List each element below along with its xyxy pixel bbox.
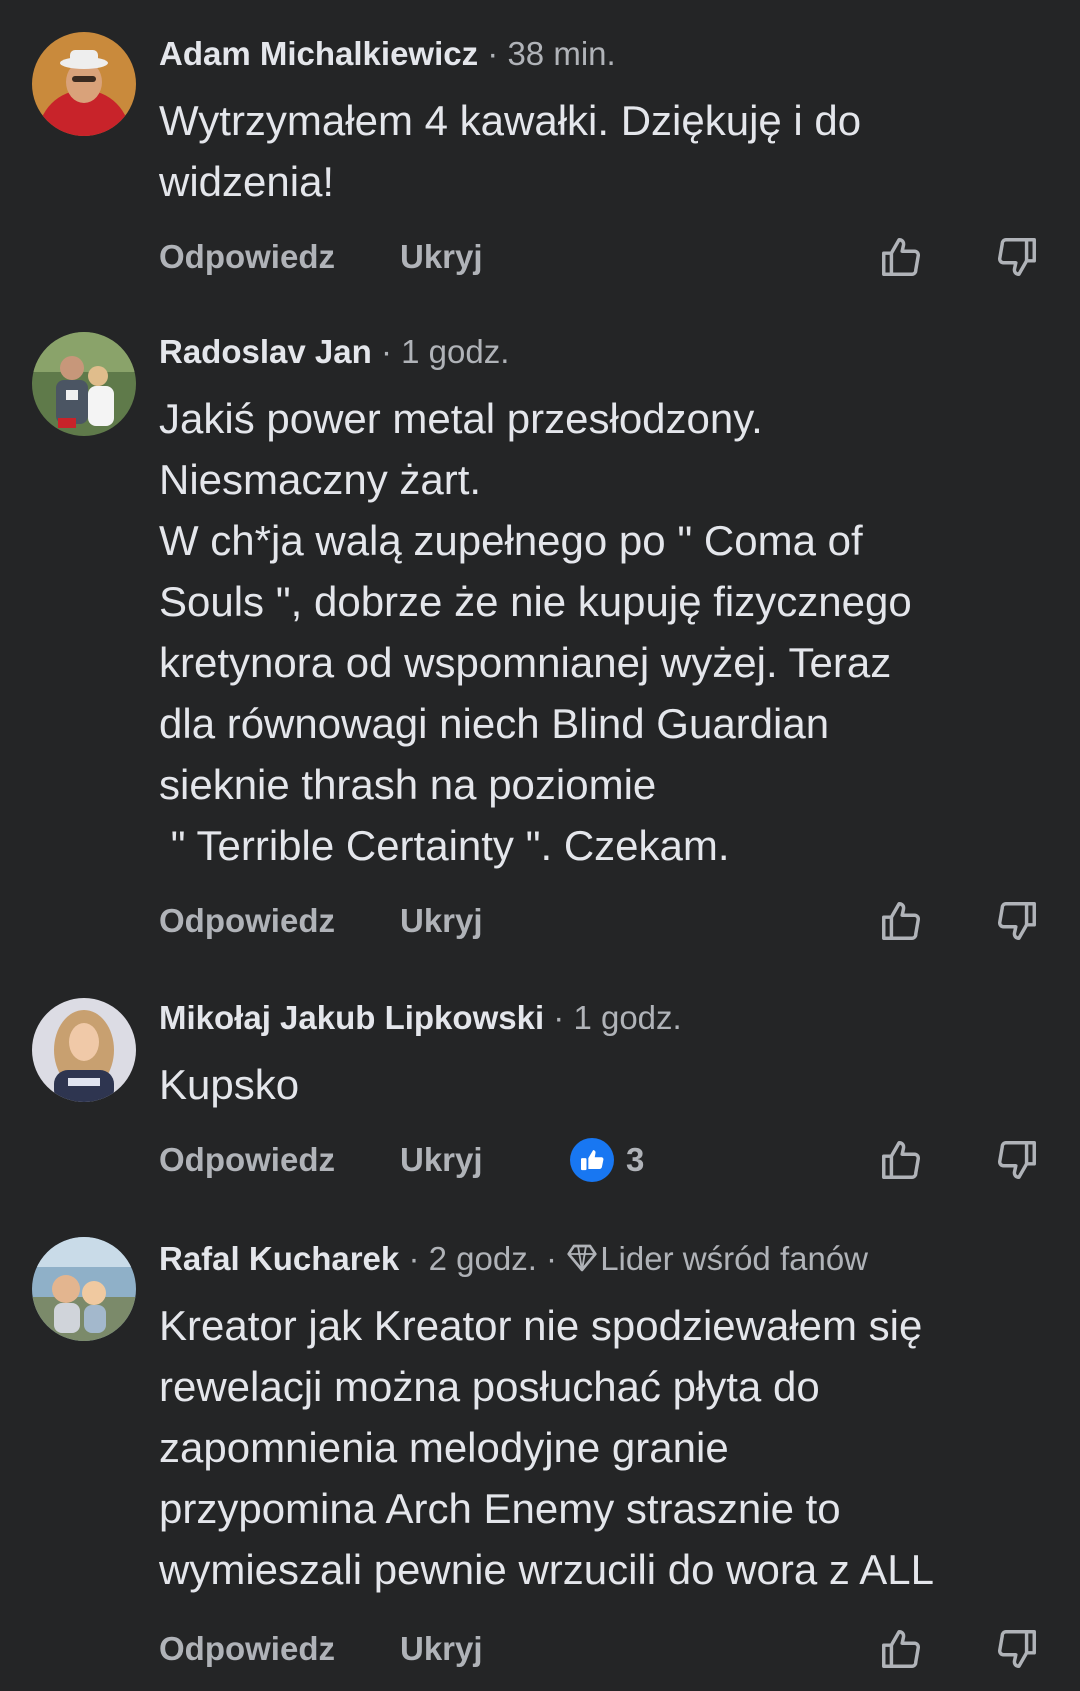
meta-separator: · <box>408 1240 420 1277</box>
author-name[interactable]: Mikołaj Jakub Lipkowski <box>159 999 544 1036</box>
comment-text: Kupsko <box>159 1054 1059 1115</box>
thumbs-up-icon[interactable] <box>878 898 924 944</box>
meta-separator: · <box>380 333 392 370</box>
comment-line: rewelacji można posłuchać płyta do <box>159 1363 820 1410</box>
thumbs-down-icon[interactable] <box>994 1137 1040 1183</box>
comments-feed: Adam Michalkiewicz · 38 min. Wytrzymałem… <box>0 0 1080 1691</box>
comment-actions: Odpowiedz Ukryj <box>0 232 1080 282</box>
comment-line: " Terrible Certainty ". Czekam. <box>159 822 730 869</box>
comment-line: zapomnienia melodyjne granie <box>159 1424 729 1471</box>
comment-line: Souls ", dobrze że nie kupuję fizycznego <box>159 578 912 625</box>
timestamp[interactable]: 2 godz. <box>429 1240 537 1277</box>
reaction-count: 3 <box>626 1141 645 1178</box>
author-name[interactable]: Adam Michalkiewicz <box>159 35 478 72</box>
comment-actions: Odpowiedz Ukryj 3 <box>0 1135 1080 1185</box>
comment-meta: Radoslav Jan · 1 godz. <box>159 330 509 374</box>
avatar-image <box>32 32 136 136</box>
author-name[interactable]: Radoslav Jan <box>159 333 372 370</box>
avatar-image <box>32 1237 136 1341</box>
fan-badge[interactable]: Lider wśród fanów <box>600 1240 868 1277</box>
hide-button[interactable]: Ukryj <box>400 1135 483 1185</box>
comment-line: Kupsko <box>159 1061 300 1108</box>
comment-text: Wytrzymałem 4 kawałki. Dziękuję i do wid… <box>159 90 1059 212</box>
meta-separator: · <box>553 999 565 1036</box>
reactions-summary[interactable]: 3 <box>570 1137 644 1183</box>
avatar[interactable] <box>32 1237 136 1341</box>
comment-meta: Rafal Kucharek · 2 godz. · Lider wśród f… <box>159 1237 868 1281</box>
avatar[interactable] <box>32 332 136 436</box>
comment-text: Jakiś power metal przesłodzony. Niesmacz… <box>159 388 1059 876</box>
comment-line: Wytrzymałem 4 kawałki. Dziękuję i do <box>159 97 862 144</box>
avatar-image <box>32 998 136 1102</box>
timestamp[interactable]: 1 godz. <box>401 333 509 370</box>
meta-separator: · <box>546 1240 558 1277</box>
comment-line: kretynora od wspomnianej wyżej. Teraz <box>159 639 892 686</box>
hide-button[interactable]: Ukryj <box>400 1624 483 1674</box>
timestamp[interactable]: 38 min. <box>507 35 615 72</box>
comment-line: Kreator jak Kreator nie spodziewałem się <box>159 1302 923 1349</box>
reply-button[interactable]: Odpowiedz <box>159 232 335 282</box>
thumbs-up-icon[interactable] <box>878 234 924 280</box>
comment-line: W ch*ja walą zupełnego po " Coma of <box>159 517 863 564</box>
avatar[interactable] <box>32 32 136 136</box>
like-reaction-icon <box>570 1138 614 1182</box>
comment-actions: Odpowiedz Ukryj <box>0 896 1080 946</box>
reply-button[interactable]: Odpowiedz <box>159 896 335 946</box>
comment-meta: Adam Michalkiewicz · 38 min. <box>159 32 616 76</box>
thumbs-down-icon[interactable] <box>994 234 1040 280</box>
comment-line: Niesmaczny żart. <box>159 456 482 503</box>
comment-meta: Mikołaj Jakub Lipkowski · 1 godz. <box>159 996 682 1040</box>
meta-separator: · <box>487 35 499 72</box>
comment-line: dla równowagi niech Blind Guardian <box>159 700 830 747</box>
reply-button[interactable]: Odpowiedz <box>159 1135 335 1185</box>
reply-button[interactable]: Odpowiedz <box>159 1624 335 1674</box>
comment-text: Kreator jak Kreator nie spodziewałem się… <box>159 1295 1059 1600</box>
comment-line: widzenia! <box>159 158 335 205</box>
thumbs-down-icon[interactable] <box>994 1626 1040 1672</box>
avatar-image <box>32 332 136 436</box>
comment-line: przypomina Arch Enemy strasznie to <box>159 1485 841 1532</box>
diamond-icon <box>567 1244 597 1272</box>
comment-line: sieknie thrash na poziomie <box>159 761 657 808</box>
hide-button[interactable]: Ukryj <box>400 896 483 946</box>
thumbs-up-icon[interactable] <box>878 1137 924 1183</box>
comment-line: Jakiś power metal przesłodzony. <box>159 395 763 442</box>
hide-button[interactable]: Ukryj <box>400 232 483 282</box>
thumbs-up-icon[interactable] <box>878 1626 924 1672</box>
avatar[interactable] <box>32 998 136 1102</box>
timestamp[interactable]: 1 godz. <box>573 999 681 1036</box>
comment-actions: Odpowiedz Ukryj <box>0 1624 1080 1674</box>
comment-line: wymieszali pewnie wrzucili do wora z ALL <box>159 1546 934 1593</box>
thumbs-down-icon[interactable] <box>994 898 1040 944</box>
author-name[interactable]: Rafal Kucharek <box>159 1240 399 1277</box>
